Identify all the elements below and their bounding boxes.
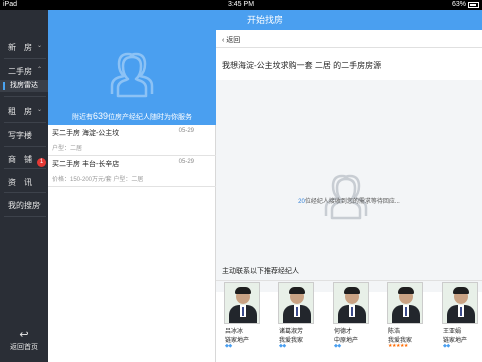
agent-card[interactable]: 诸葛淑芳 我爱我家 ◆◆	[278, 282, 318, 349]
chevron-up-icon: ⌃	[36, 67, 42, 73]
back-label: 返回	[226, 37, 241, 44]
chevron-left-icon: ‹	[222, 37, 225, 44]
battery-icon	[468, 2, 479, 8]
diamond-rating-icon: ◆◆	[443, 343, 450, 349]
divider	[4, 216, 46, 217]
agents-icon	[324, 174, 368, 220]
agent-name: 诸葛淑芳	[279, 329, 304, 335]
request-list-panel: 附近有639位房产经纪人随时为你服务 买二手房 海淀-公主坟 05-29 户型：…	[48, 30, 216, 362]
sidebar-item-label: 写字楼	[8, 131, 32, 140]
agent-name: 吕冰冰	[225, 329, 244, 335]
chevron-down-icon: ⌄	[36, 107, 42, 113]
sidebar-item-label: 资 讯	[8, 178, 32, 187]
battery-percent: 63%	[451, 1, 466, 8]
request-detail: 价格：150-200万元/套 户型：二居	[52, 177, 144, 183]
sidebar-item-label: 租 房	[8, 107, 32, 116]
chevron-down-icon: ⌄	[36, 201, 42, 207]
agent-card[interactable]: 王亚娟 链家地产 ◆◆	[442, 282, 482, 349]
star-rating-icon: ★★★★★	[388, 343, 408, 349]
agent-card[interactable]: 何德才 中原地产 ◆◆	[333, 282, 373, 349]
back-home-button[interactable]: ↩ 返回首页	[0, 328, 48, 362]
active-marker	[3, 82, 5, 90]
request-card[interactable]: 买二手房 海淀-公主坟 05-29 户型：二居	[48, 125, 216, 156]
request-date: 05-29	[178, 159, 194, 165]
clock: 3:45 PM	[227, 1, 255, 8]
sidebar-item-label: 二手房	[8, 67, 32, 76]
nearby-agents-banner: 附近有639位房产经纪人随时为你服务	[48, 30, 216, 125]
request-date: 05-29	[178, 128, 194, 134]
agent-name: 王亚娟	[443, 329, 462, 335]
back-button[interactable]: ‹ 返回	[222, 35, 240, 45]
status-bar: iPad 3:45 PM 63%	[0, 0, 482, 10]
banner-text-suffix: 位房产经纪人随时为你服务	[108, 114, 193, 121]
agent-count: 639	[92, 111, 109, 121]
request-detail: 户型：二居	[52, 146, 83, 152]
request-title: 买二手房 丰台-长辛店	[52, 161, 120, 168]
sidebar: 新 房 ⌄ 二手房 ⌃ 找房雷达 租 房 ⌄ 写字楼 商 铺 资 讯 我的搜房 …	[0, 10, 48, 362]
divider	[4, 168, 46, 169]
diamond-rating-icon: ◆◆	[225, 343, 232, 349]
divider	[4, 96, 46, 97]
recommend-heading: 主动联系以下推荐经纪人	[222, 268, 299, 275]
chevron-down-icon: ⌄	[36, 43, 42, 49]
banner-text-prefix: 附近有	[71, 114, 93, 121]
divider	[4, 146, 46, 147]
agent-photo	[278, 282, 314, 324]
waiting-text: 位经纪人接收到您的需求等待回应...	[304, 199, 400, 205]
notification-badge: 1	[37, 158, 46, 167]
request-title: 买二手房 海淀-公主坟	[52, 130, 120, 137]
request-card[interactable]: 买二手房 丰台-长辛店 05-29 价格：150-200万元/套 户型：二居	[48, 156, 216, 187]
sidebar-item-label: 商 铺	[8, 155, 32, 164]
divider	[4, 58, 46, 59]
banner-text: 附近有639位房产经纪人随时为你服务	[48, 111, 216, 122]
divider	[4, 122, 46, 123]
waiting-status: 20位经纪人接收到您的需求等待回应...	[216, 196, 482, 205]
divider	[216, 280, 482, 281]
agent-photo	[224, 282, 260, 324]
agent-photo	[442, 282, 478, 324]
diamond-rating-icon: ◆◆	[334, 343, 341, 349]
sidebar-item-label: 我的搜房	[8, 201, 40, 210]
agent-photo	[333, 282, 369, 324]
return-icon: ↩	[19, 329, 29, 341]
request-headline: 我想海淀-公主坟求购一套 二居 的二手房房源	[222, 61, 382, 70]
back-home-label: 返回首页	[10, 344, 38, 351]
agents-icon	[110, 52, 154, 98]
agent-card[interactable]: 陈浩 我爱我家 ★★★★★	[387, 282, 427, 349]
divider	[216, 47, 482, 48]
waiting-count: 20	[298, 199, 305, 205]
sidebar-subitem-label: 找房雷达	[10, 82, 38, 89]
page-title: 开始找房	[246, 15, 283, 25]
page-header: 开始找房	[48, 10, 482, 30]
waiting-area	[216, 80, 482, 292]
request-detail-panel: ‹ 返回 我想海淀-公主坟求购一套 二居 的二手房房源 20位经纪人接收到您的需…	[216, 30, 482, 362]
agent-name: 陈浩	[388, 329, 401, 335]
agent-card[interactable]: 吕冰冰 链家地产 ◆◆	[224, 282, 264, 349]
divider	[4, 192, 46, 193]
sidebar-item-label: 新 房	[8, 43, 32, 52]
sidebar-subitem-radar[interactable]: 找房雷达	[0, 80, 48, 92]
agent-name: 何德才	[334, 329, 353, 335]
diamond-rating-icon: ◆◆	[279, 343, 286, 349]
agent-photo	[387, 282, 423, 324]
